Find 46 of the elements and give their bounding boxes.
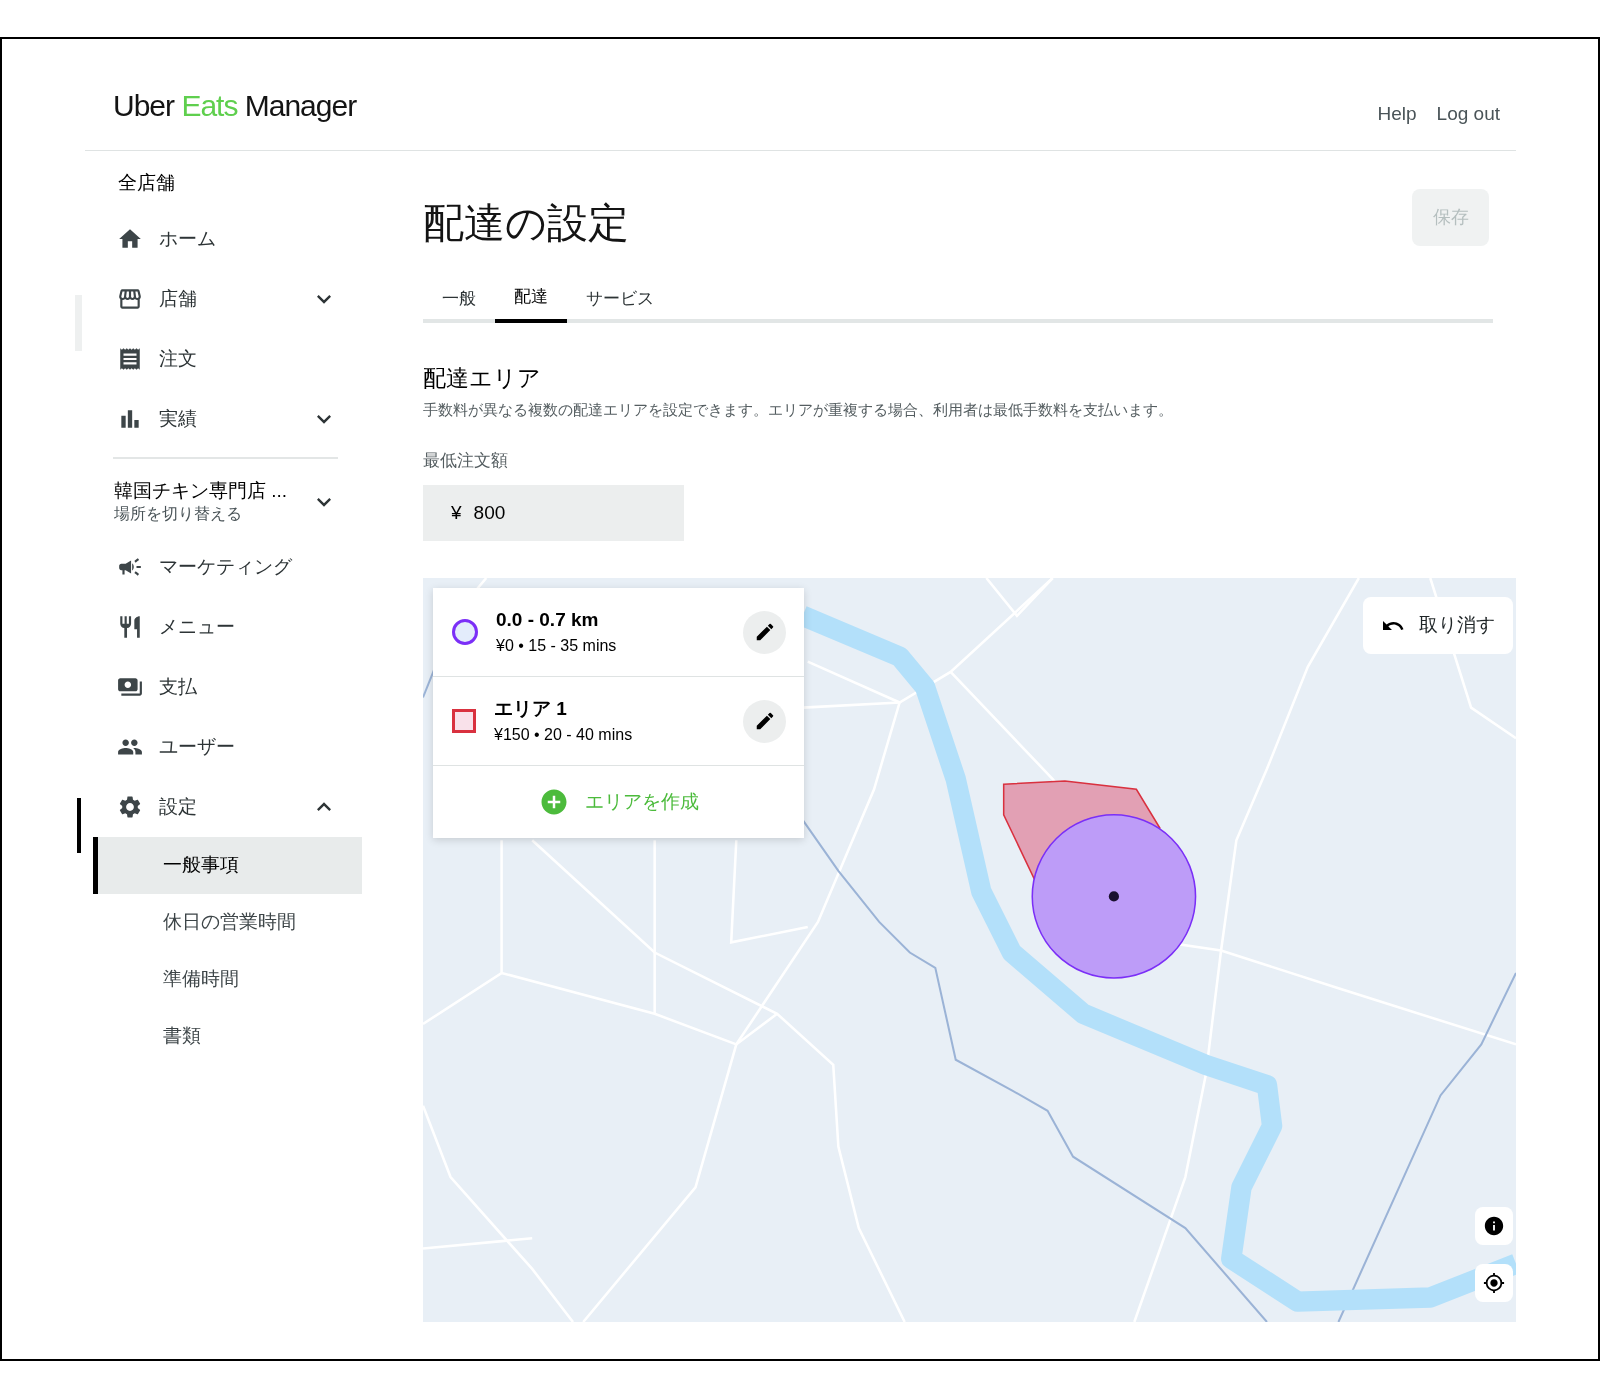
minimum-order-field[interactable]: ¥ 800 [423, 485, 684, 541]
header-link[interactable]: Help [1377, 99, 1417, 128]
sub-nav-item[interactable]: 休日の営業時間 [93, 894, 362, 951]
logo[interactable]: Uber Eats Manager [113, 83, 357, 128]
switch-location-link[interactable]: 場所を切り替える [114, 503, 310, 525]
page-title: 配達の設定 [423, 199, 629, 248]
sub-nav-item[interactable]: 書類 [93, 1008, 362, 1065]
scope-label: 全店舗 [117, 171, 176, 195]
nav-link[interactable]: 店舗 [159, 284, 310, 314]
edit-button[interactable] [743, 699, 786, 743]
nav-link[interactable]: マーケティング [159, 552, 338, 582]
area-title: エリア 1 [494, 696, 568, 721]
section-description: 手数料が異なる複数の配達エリアを設定できます。エリアが重複する場合、利用者は最低手数料を支払います。 [423, 400, 1174, 420]
receipt-icon [117, 346, 143, 372]
header-link[interactable]: Log out [1436, 99, 1500, 128]
delivery-radius-circle[interactable] [1031, 814, 1197, 979]
field-label: 最低注文額 [423, 449, 509, 472]
section-title: 配達エリア [423, 363, 542, 393]
nav-link[interactable]: 設定 [159, 792, 310, 822]
tab[interactable]: 一般 [423, 274, 495, 323]
area-details: ¥150 • 20 - 40 mins [494, 725, 634, 746]
locate-icon [1483, 1272, 1505, 1294]
locate-button[interactable] [1475, 1264, 1513, 1302]
area-details: ¥0 • 15 - 35 mins [496, 636, 618, 657]
sub-nav-item[interactable]: 準備時間 [93, 951, 362, 1008]
store-icon [117, 286, 143, 312]
nav-link[interactable]: 注文 [159, 344, 338, 374]
nav-link[interactable]: ユーザー [159, 732, 338, 762]
fork-spoon-icon [117, 614, 143, 640]
undo-button[interactable]: 取り消す [1363, 597, 1513, 654]
location-name: 韓国チキン専門店 ... [114, 479, 289, 503]
sub-nav-item[interactable]: 一般事項 [93, 837, 362, 894]
nav-link[interactable]: 実績 [159, 404, 310, 434]
active-section-indicator [77, 798, 81, 853]
map-area[interactable]: 0.0 - 0.7 km ¥0 • 15 - 35 mins エリア 1 ¥150 • 20 - 40 mins エリアを作成 取り消す [423, 578, 1516, 1322]
nav-link[interactable]: 支払 [159, 672, 338, 702]
nav-link[interactable]: ホーム [159, 224, 338, 254]
tab[interactable]: 配達 [495, 274, 567, 323]
info-icon [1483, 1215, 1505, 1237]
edit-button[interactable] [743, 610, 786, 654]
nav-link[interactable]: メニュー [159, 612, 338, 642]
location-pin-dot [1108, 891, 1119, 902]
settings-icon [117, 794, 143, 820]
tab[interactable]: サービス [567, 274, 673, 323]
info-button[interactable] [1475, 1207, 1513, 1245]
area-title: 0.0 - 0.7 km [496, 607, 600, 632]
